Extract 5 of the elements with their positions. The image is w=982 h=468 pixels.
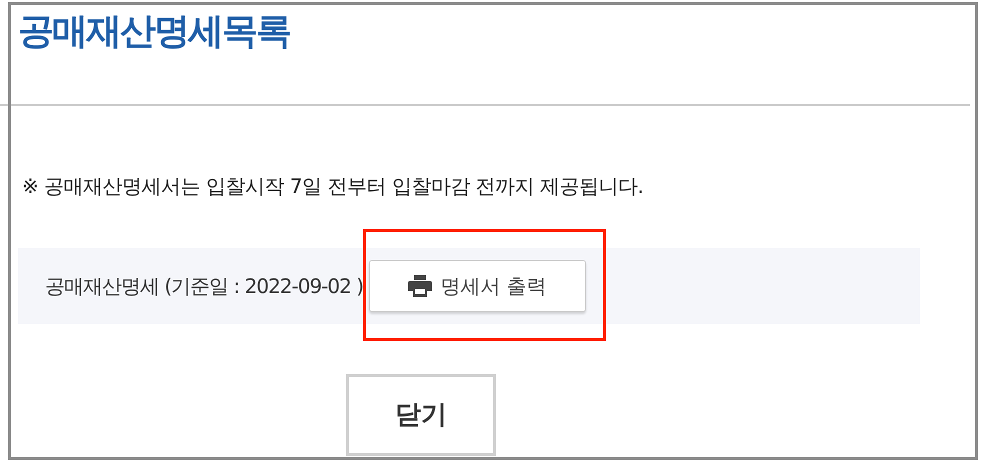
dialog-title: 공매재산명세목록: [18, 10, 291, 54]
statement-label: 공매재산명세 (기준일 : 2022-09-02 ): [45, 273, 364, 300]
close-button[interactable]: 닫기: [346, 374, 496, 456]
print-button[interactable]: 명세서 출력: [369, 260, 586, 312]
notice-text: ※ 공매재산명세서는 입찰시작 7일 전부터 입찰마감 전까지 제공됩니다.: [22, 173, 644, 200]
